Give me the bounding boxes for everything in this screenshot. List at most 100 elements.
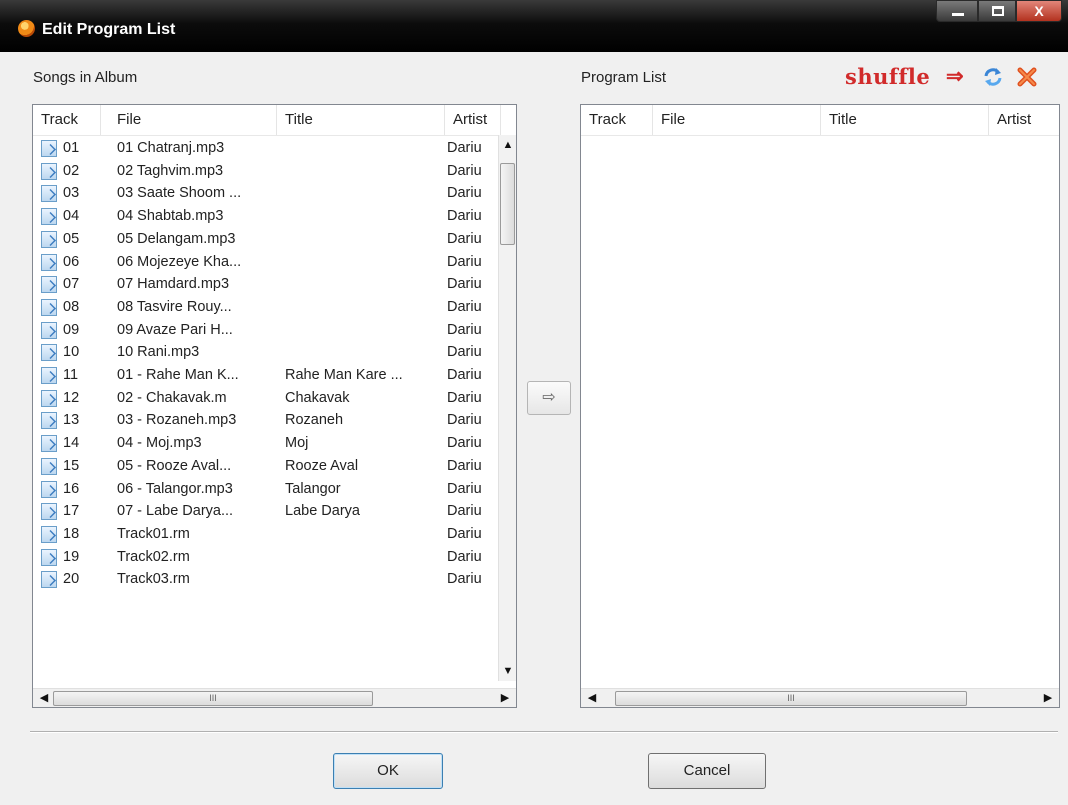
vertical-scroll-thumb[interactable] — [500, 163, 515, 245]
column-header-title[interactable]: Title — [277, 105, 445, 135]
audio-file-icon — [41, 140, 57, 157]
close-button[interactable]: X — [1016, 0, 1062, 22]
song-row[interactable]: 05 05 Delangam.mp3 Dariu — [33, 228, 499, 250]
song-row[interactable]: 02 02 Taghvim.mp3 Dariu — [33, 160, 499, 182]
column-header-artist[interactable]: Artist — [989, 105, 1059, 135]
song-row[interactable]: 09 09 Avaze Pari H... Dariu — [33, 319, 499, 341]
file-cell: Track02.rm — [117, 548, 190, 565]
file-cell: 02 - Chakavak.m — [117, 389, 227, 406]
shuffle-refresh-icon[interactable] — [982, 66, 1004, 88]
audio-file-icon — [41, 162, 57, 180]
track-cell: 12 — [63, 389, 80, 406]
artist-cell: Dariu — [447, 321, 482, 338]
audio-file-icon — [41, 367, 57, 384]
song-row[interactable]: 16 06 - Talangor.mp3 Talangor Dariu — [33, 478, 499, 500]
shuffle-label[interactable]: shuffle — [845, 64, 930, 89]
song-row[interactable]: 12 02 - Chakavak.m Chakavak Dariu — [33, 387, 499, 409]
artist-cell: Dariu — [447, 571, 482, 588]
song-row[interactable]: 20 Track03.rm Dariu — [33, 568, 499, 590]
artist-cell: Dariu — [447, 367, 482, 383]
title-cell: Labe Darya — [285, 503, 360, 520]
track-cell: 11 — [63, 367, 79, 383]
column-header-artist[interactable]: Artist — [445, 105, 501, 135]
scroll-right-icon[interactable]: ▶ — [1039, 689, 1057, 707]
file-cell: 04 Shabtab.mp3 — [117, 208, 224, 225]
column-header-file[interactable]: File — [653, 105, 821, 135]
track-cell: 20 — [63, 571, 80, 588]
scroll-down-icon[interactable]: ▼ — [499, 661, 516, 681]
scroll-left-icon[interactable]: ◀ — [583, 689, 601, 707]
column-header-title[interactable]: Title — [821, 105, 989, 135]
audio-file-icon — [41, 389, 57, 407]
track-cell: 19 — [63, 548, 80, 565]
file-cell: 05 Delangam.mp3 — [117, 230, 236, 247]
scroll-right-icon[interactable]: ▶ — [496, 689, 514, 707]
horizontal-scroll-thumb[interactable]: III — [615, 691, 967, 706]
song-row[interactable]: 13 03 - Rozaneh.mp3 Rozaneh Dariu — [33, 409, 499, 431]
song-row[interactable]: 10 10 Rani.mp3 Dariu — [33, 341, 499, 363]
song-row[interactable]: 06 06 Mojezeye Kha... Dariu — [33, 251, 499, 273]
song-row[interactable]: 17 07 - Labe Darya... Labe Darya Dariu — [33, 500, 499, 522]
file-cell: 09 Avaze Pari H... — [117, 321, 233, 338]
song-row[interactable]: 01 01 Chatranj.mp3 Dariu — [33, 137, 499, 159]
artist-cell: Dariu — [447, 525, 482, 542]
horizontal-scrollbar[interactable]: ◀ III ▶ — [581, 688, 1059, 707]
column-header-file[interactable]: File — [109, 105, 277, 135]
audio-file-icon — [41, 298, 57, 316]
window-title: Edit Program List — [42, 21, 176, 38]
add-to-program-button[interactable]: ⇨ — [527, 381, 571, 415]
artist-cell: Dariu — [447, 389, 482, 406]
songs-in-album-list[interactable]: Track File Title Artist 01 01 Chatranj.mp… — [32, 104, 517, 708]
file-cell: 06 - Talangor.mp3 — [117, 480, 233, 497]
audio-file-icon — [41, 548, 57, 566]
artist-cell: Dariu — [447, 548, 482, 565]
track-cell: 05 — [63, 230, 80, 247]
title-cell: Moj — [285, 435, 309, 452]
song-row[interactable]: 04 04 Shabtab.mp3 Dariu — [33, 205, 499, 227]
vertical-scrollbar[interactable]: ▲ ▼ — [498, 135, 516, 681]
file-cell: Track03.rm — [117, 571, 190, 588]
audio-file-icon — [41, 457, 57, 475]
cancel-button[interactable]: Cancel — [648, 753, 766, 789]
track-cell: 09 — [63, 321, 80, 338]
audio-file-icon — [41, 276, 57, 294]
audio-file-icon — [41, 253, 57, 271]
song-row[interactable]: 15 05 - Rooze Aval... Rooze Aval Dariu — [33, 455, 499, 477]
song-row[interactable]: 07 07 Hamdard.mp3 Dariu — [33, 273, 499, 295]
minimize-button[interactable] — [936, 0, 978, 22]
ok-button[interactable]: OK — [333, 753, 443, 789]
title-cell: Talangor — [285, 480, 341, 497]
horizontal-scrollbar[interactable]: ◀ III ▶ — [33, 688, 516, 707]
song-row[interactable]: 18 Track01.rm Dariu — [33, 523, 499, 545]
song-row[interactable]: 19 Track02.rm Dariu — [33, 546, 499, 568]
column-header-track[interactable]: Track — [33, 105, 101, 135]
column-header-track[interactable]: Track — [581, 105, 653, 135]
song-row[interactable]: 11 01 - Rahe Man K... Rahe Man Kare ... Dar… — [33, 364, 499, 386]
track-cell: 15 — [63, 457, 80, 474]
song-row[interactable]: 03 03 Saate Shoom ... Dariu — [33, 182, 499, 204]
audio-file-icon — [41, 344, 57, 362]
maximize-button[interactable] — [978, 0, 1016, 22]
artist-cell: Dariu — [447, 503, 482, 520]
title-cell: Rooze Aval — [285, 457, 359, 474]
clear-list-icon[interactable] — [1016, 66, 1038, 88]
song-row[interactable]: 08 08 Tasvire Rouy... Dariu — [33, 296, 499, 318]
file-cell: 01 - Rahe Man K... — [117, 367, 239, 383]
song-row[interactable]: 14 04 - Moj.mp3 Moj Dariu — [33, 432, 499, 454]
audio-file-icon — [41, 230, 57, 248]
artist-cell: Dariu — [447, 185, 482, 202]
scroll-up-icon[interactable]: ▲ — [499, 135, 516, 155]
track-cell: 10 — [63, 344, 80, 361]
track-cell: 18 — [63, 525, 80, 542]
scroll-left-icon[interactable]: ◀ — [35, 689, 53, 707]
track-cell: 01 — [63, 140, 80, 156]
header-divider — [33, 135, 516, 136]
artist-cell: Dariu — [447, 208, 482, 225]
horizontal-scroll-thumb[interactable]: III — [53, 691, 373, 706]
track-cell: 02 — [63, 162, 80, 179]
app-logo-icon — [18, 20, 35, 37]
artist-cell: Dariu — [447, 298, 482, 315]
title-cell: Rahe Man Kare ... — [285, 367, 403, 383]
program-list[interactable]: Track File Title Artist ◀ III ▶ — [580, 104, 1060, 708]
file-cell: 03 - Rozaneh.mp3 — [117, 412, 237, 429]
